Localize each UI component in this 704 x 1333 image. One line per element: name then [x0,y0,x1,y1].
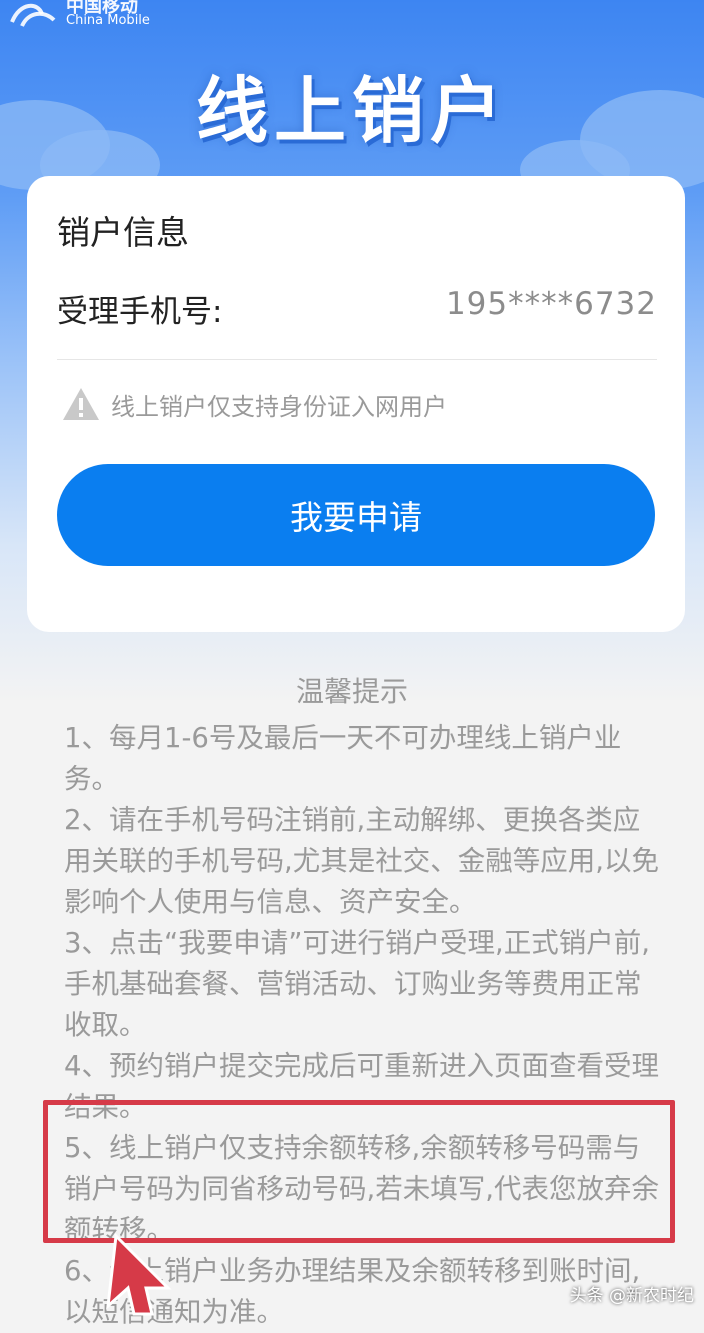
china-mobile-logo-icon [10,3,56,27]
pointer-arrow-icon [106,1232,172,1316]
apply-button[interactable]: 我要申请 [57,464,655,566]
card-title: 销户信息 [57,213,189,252]
account-cancel-card: 销户信息 受理手机号: 195****6732 线上销户仅支持身份证入网用户 我… [27,176,685,632]
warning-icon [63,388,99,420]
warning-text: 线上销户仅支持身份证入网用户 [111,392,447,421]
divider [57,359,657,360]
watermark: 头条 @新农时纪 [569,1286,694,1306]
warning-notice: 线上销户仅支持身份证入网用户 [61,386,447,422]
tip-item: 1、每月1-6号及最后一天不可办理线上销户业务。 [64,722,622,795]
tip-item: 2、请在手机号码注销前,主动解绑、更换各类应用关联的手机号码,尤其是社交、金融等… [64,804,659,918]
china-mobile-logo: 中国移动 China Mobile [8,0,150,30]
tip-item: 3、点击“我要申请”可进行销户受理,正式销户前,手机基础套餐、营销活动、订购业务… [64,927,650,1041]
phone-number: 195****6732 [445,286,657,322]
phone-label: 受理手机号: [57,294,223,330]
highlight-box [43,1100,675,1243]
brand-name-cn: 中国移动 [66,0,138,17]
tips-title: 温馨提示 [295,675,408,708]
page-title: 线上销户 [195,69,508,153]
